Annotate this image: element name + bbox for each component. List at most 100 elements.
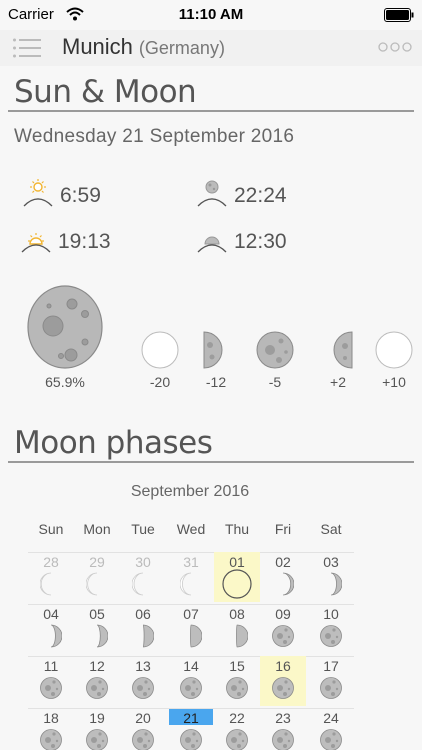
sunrise-icon	[23, 179, 53, 207]
sun-moon-heading: Sun & Moon	[14, 74, 197, 110]
moonset-icon	[197, 236, 227, 253]
list-icon[interactable]	[12, 36, 42, 60]
calendar-day-cell[interactable]: 22	[214, 708, 260, 750]
weekday-label: Sat	[320, 521, 342, 537]
calendar-day-cell[interactable]: 24	[308, 708, 354, 750]
moon-phase-icon	[180, 677, 202, 699]
crescent-moon-icon	[333, 331, 353, 369]
calendar-day-number: 16	[275, 658, 291, 674]
crescent-moon-icon	[203, 331, 223, 369]
battery-icon	[384, 8, 414, 22]
moon-phase-icon	[272, 729, 294, 750]
more-dots-icon[interactable]	[378, 40, 412, 54]
calendar-day-number: 17	[323, 658, 339, 674]
sunset-icon	[21, 233, 51, 253]
calendar-day-cell[interactable]: 07	[168, 604, 214, 654]
calendar-day-cell[interactable]: 20	[120, 708, 166, 750]
calendar-day-cell[interactable]: 02	[260, 552, 306, 602]
moon-phase-icon	[226, 677, 248, 699]
calendar-day-cell[interactable]: 14	[168, 656, 214, 706]
calendar-day-cell[interactable]: 10	[308, 604, 354, 654]
calendar-day-number: 21	[183, 710, 199, 726]
phase-offset: -20	[138, 330, 182, 390]
moon-phase-icon	[190, 624, 202, 648]
phase-offset-label: -12	[205, 374, 227, 390]
calendar-day-number: 03	[323, 554, 339, 570]
calendar-day-cell[interactable]: 17	[308, 656, 354, 706]
moon-phase-icon	[272, 677, 294, 699]
calendar-day-cell[interactable]: 18	[28, 708, 74, 750]
location-title[interactable]: Munich (Germany)	[62, 34, 225, 60]
calendar-day-number: 30	[135, 554, 151, 570]
calendar-day-number: 28	[43, 554, 59, 570]
phase-offset: +10	[372, 330, 416, 390]
calendar-day-cell[interactable]: 09	[260, 604, 306, 654]
calendar-day-cell[interactable]: 03	[308, 552, 354, 602]
calendar-day-cell[interactable]: 15	[214, 656, 260, 706]
calendar-day-number: 24	[323, 710, 339, 726]
calendar-day-cell[interactable]: 31	[168, 552, 214, 602]
calendar-day-number: 12	[89, 658, 105, 674]
calendar-day-cell[interactable]: 16	[260, 656, 306, 706]
calendar-day-number: 18	[43, 710, 59, 726]
status-time: 11:10 AM	[178, 6, 244, 23]
city-name: Munich	[62, 34, 133, 59]
phase-offset: -12	[194, 330, 238, 390]
weekday-label: Thu	[224, 521, 250, 537]
calendar-day-cell[interactable]: 08	[214, 604, 260, 654]
moon-phase-icon	[132, 677, 154, 699]
moon-phase-icon	[132, 729, 154, 750]
calendar-day-cell[interactable]: 01	[214, 552, 260, 602]
moon-phase-icon	[40, 729, 62, 750]
calendar-day-number: 15	[229, 658, 245, 674]
moon-phase-icon	[226, 729, 248, 750]
moonset-time: 12:30	[234, 230, 287, 253]
calendar-day-number: 02	[275, 554, 291, 570]
calendar-day-cell[interactable]: 29	[74, 552, 120, 602]
calendar-day-cell[interactable]: 05	[74, 604, 120, 654]
calendar-day-cell[interactable]: 12	[74, 656, 120, 706]
calendar-month: September 2016	[130, 483, 250, 500]
weekday-label: Fri	[274, 521, 292, 537]
country-name: (Germany)	[138, 38, 225, 58]
calendar-day-cell[interactable]: 28	[28, 552, 74, 602]
moon-phase-icon	[282, 572, 294, 596]
moon-phase-icon	[96, 624, 108, 648]
section-divider	[8, 461, 414, 463]
calendar-day-cell[interactable]: 11	[28, 656, 74, 706]
calendar-day-cell[interactable]: 06	[120, 604, 166, 654]
calendar-day-number: 20	[135, 710, 151, 726]
calendar-day-cell[interactable]: 23	[260, 708, 306, 750]
weekday-label: Tue	[131, 521, 155, 537]
sunset-time: 19:13	[58, 230, 111, 253]
calendar-day-number: 10	[323, 606, 339, 622]
selected-date: Wednesday 21 September 2016	[14, 126, 295, 147]
moon-phase-icon	[50, 624, 62, 648]
calendar-day-cell[interactable]: 19	[74, 708, 120, 750]
calendar-day-number: 13	[135, 658, 151, 674]
calendar-day-number: 19	[89, 710, 105, 726]
nav-bar: Munich (Germany)	[0, 30, 422, 66]
section-divider	[8, 110, 414, 112]
calendar-day-number: 07	[183, 606, 199, 622]
calendar-day-cell[interactable]: 21	[168, 708, 214, 750]
moonrise-time: 22:24	[234, 184, 287, 207]
calendar-day-cell[interactable]: 30	[120, 552, 166, 602]
moon-phase-icon	[180, 729, 202, 750]
calendar-day-cell[interactable]: 13	[120, 656, 166, 706]
calendar-day-number: 08	[229, 606, 245, 622]
moon-phase-icon	[236, 624, 248, 648]
weekday-label: Mon	[83, 521, 111, 537]
phase-offset: -5	[253, 330, 297, 390]
calendar-day-number: 14	[183, 658, 199, 674]
moon-phase-icon	[320, 625, 342, 647]
calendar-day-cell[interactable]: 04	[28, 604, 74, 654]
calendar-day-number: 04	[43, 606, 59, 622]
calendar-day-number: 31	[183, 554, 199, 570]
calendar-day-number: 09	[275, 606, 291, 622]
moon-phase-icon	[180, 572, 192, 596]
calendar-day-number: 29	[89, 554, 105, 570]
moon-phase-icon	[40, 677, 62, 699]
calendar-day-number: 22	[229, 710, 245, 726]
moon-phase-icon	[132, 572, 144, 596]
